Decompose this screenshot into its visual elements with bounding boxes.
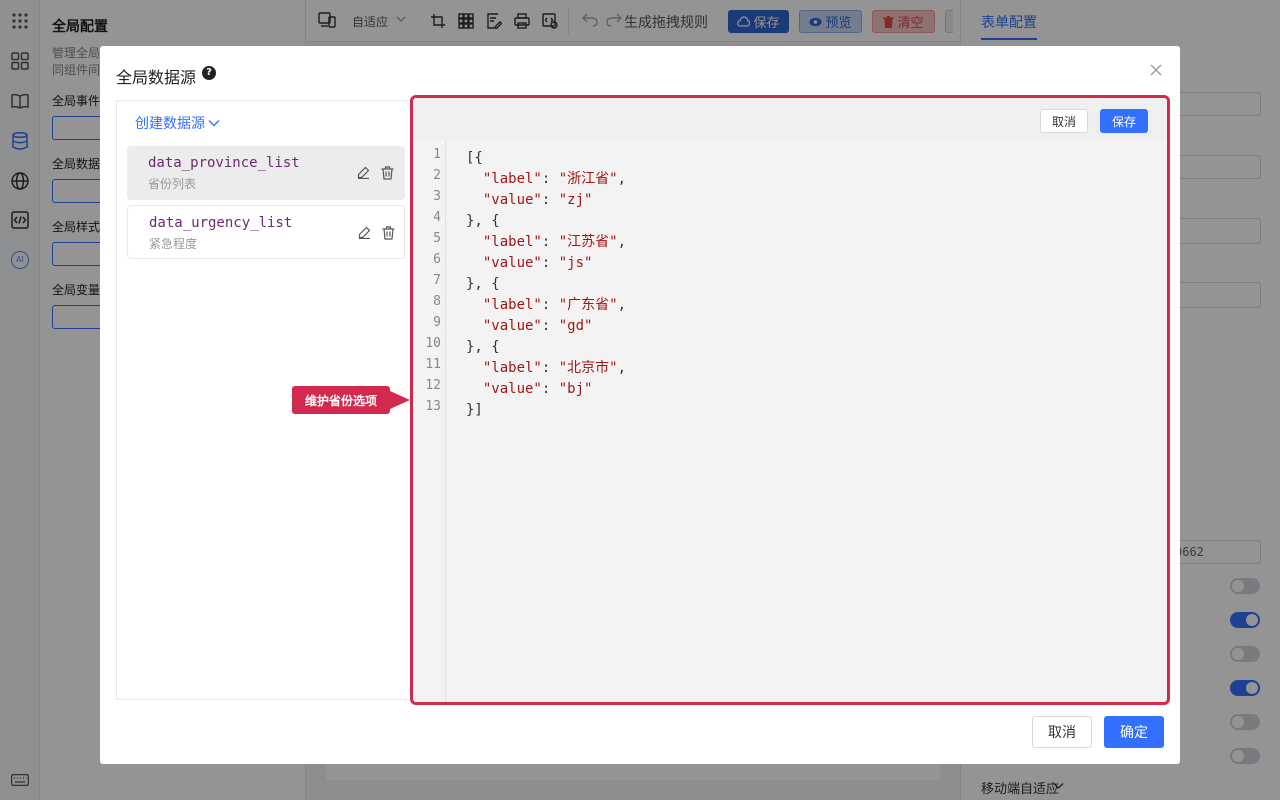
code-area[interactable]: [{ "label": "浙江省", "value": "zj" }, { "la… — [413, 98, 1167, 702]
global-datasource-dialog: 全局数据源 ? 创建数据源 data_province_list 省份列表 da… — [100, 46, 1180, 764]
code-line: "label": "广东省", — [482, 297, 627, 313]
edit-icon[interactable] — [358, 226, 371, 239]
dialog-cancel-button[interactable]: 取消 — [1032, 716, 1092, 748]
datasource-desc: 紧急程度 — [149, 237, 198, 251]
dialog-confirm-button[interactable]: 确定 — [1104, 716, 1164, 748]
code-line: "label": "江苏省", — [482, 234, 627, 250]
datasource-item[interactable]: data_province_list 省份列表 — [127, 146, 405, 200]
datasource-item[interactable]: data_urgency_list 紧急程度 — [127, 205, 405, 259]
create-datasource-label: 创建数据源 — [135, 116, 205, 132]
create-datasource-button[interactable]: 创建数据源 — [135, 113, 220, 133]
code-line: }, { — [466, 276, 500, 292]
code-line: }] — [466, 402, 483, 418]
code-line: }, { — [466, 339, 500, 355]
datasource-name: data_urgency_list — [149, 215, 293, 231]
code-line: "value": "gd" — [482, 318, 593, 334]
code-line: "value": "js" — [482, 255, 593, 271]
datasource-name: data_province_list — [148, 155, 300, 171]
json-editor-panel: 取消 保存 1 2 3 4 5 6 7 8 9 10 11 12 13 [{ "label": "浙江省… — [410, 95, 1170, 705]
code-line: "value": "bj" — [482, 381, 593, 397]
edit-icon[interactable] — [357, 166, 370, 179]
code-line: }, { — [466, 213, 500, 229]
annotation-callout: 维护省份选项 — [292, 386, 390, 414]
dialog-title: 全局数据源 — [116, 68, 197, 87]
code-line: "label": "北京市", — [482, 360, 627, 376]
datasource-desc: 省份列表 — [148, 177, 197, 191]
chevron-down-icon — [208, 120, 220, 127]
code-line: "value": "zj" — [482, 192, 593, 208]
delete-icon[interactable] — [382, 226, 395, 240]
code-line: [{ — [466, 150, 483, 166]
close-icon[interactable] — [1148, 62, 1164, 78]
help-icon[interactable]: ? — [202, 66, 216, 80]
delete-icon[interactable] — [381, 166, 394, 180]
code-line: "label": "浙江省", — [482, 171, 627, 187]
callout-arrow — [390, 391, 410, 409]
